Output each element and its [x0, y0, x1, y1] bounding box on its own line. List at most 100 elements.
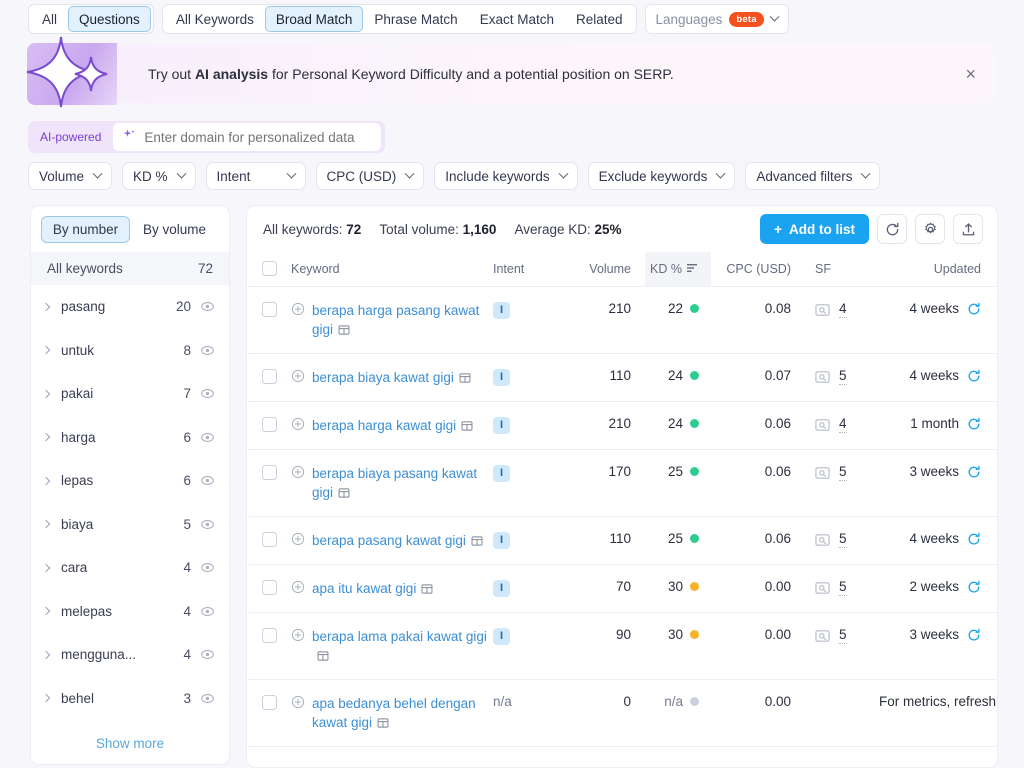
refresh-row-icon[interactable]: [967, 302, 981, 316]
domain-input-wrap[interactable]: [113, 123, 382, 151]
sidebar-group-item[interactable]: melepas 4: [31, 590, 229, 634]
row-checkbox[interactable]: [261, 628, 277, 644]
sf-value[interactable]: 5: [839, 627, 847, 645]
serp-feature-icon[interactable]: [815, 418, 830, 432]
add-keyword-icon[interactable]: [291, 580, 305, 594]
row-checkbox[interactable]: [261, 465, 277, 481]
eye-icon[interactable]: [200, 473, 215, 488]
column-intent[interactable]: Intent: [487, 252, 553, 288]
eye-icon[interactable]: [200, 691, 215, 706]
table-row[interactable]: berapa pasang kawat gigi I 110 25 0.06 5 4 wee…: [247, 516, 997, 566]
sf-value[interactable]: 5: [839, 368, 847, 386]
sidebar-group-item[interactable]: pasang 20: [31, 285, 229, 329]
row-checkbox[interactable]: [261, 369, 277, 385]
sidebar-group-item[interactable]: biaya 5: [31, 503, 229, 547]
serp-preview-icon[interactable]: [459, 372, 471, 384]
table-row[interactable]: berapa harga pasang kawat gigi I 210 22 0.08…: [247, 286, 997, 355]
settings-button[interactable]: [915, 214, 945, 244]
row-checkbox[interactable]: [261, 580, 277, 596]
row-checkbox[interactable]: [261, 695, 277, 711]
column-sf[interactable]: SF: [803, 252, 879, 288]
filter-cpc[interactable]: CPC (USD): [315, 162, 425, 190]
refresh-row-icon[interactable]: [967, 465, 981, 479]
languages-dropdown[interactable]: Languages beta: [644, 4, 789, 34]
sidebar-group-item[interactable]: cara 4: [31, 546, 229, 590]
keyword-link[interactable]: berapa lama pakai kawat gigi: [312, 627, 487, 665]
add-keyword-icon[interactable]: [291, 532, 305, 546]
sidebar-group-item[interactable]: behel 3: [31, 677, 229, 721]
eye-icon[interactable]: [200, 517, 215, 532]
add-to-list-button[interactable]: + Add to list: [760, 214, 869, 244]
serp-feature-icon[interactable]: [815, 629, 830, 643]
serp-preview-icon[interactable]: [338, 324, 350, 336]
sidebar-item-all-keywords[interactable]: All keywords 72: [31, 252, 229, 285]
table-row[interactable]: apa bedanya behel dengan kawat gigi n/a 0 n…: [247, 679, 997, 748]
serp-feature-icon[interactable]: [815, 581, 830, 595]
tab-all-keywords[interactable]: All Keywords: [165, 6, 265, 32]
row-checkbox[interactable]: [261, 417, 277, 433]
serp-feature-icon[interactable]: [815, 303, 830, 317]
serp-feature-icon[interactable]: [815, 533, 830, 547]
sidebar-group-item[interactable]: lepas 6: [31, 459, 229, 503]
intent-badge[interactable]: I: [493, 416, 510, 434]
refresh-row-icon[interactable]: [967, 417, 981, 431]
filter-volume[interactable]: Volume: [28, 162, 113, 190]
intent-badge[interactable]: I: [493, 627, 510, 645]
column-updated[interactable]: Updated: [879, 252, 997, 288]
add-keyword-icon[interactable]: [291, 302, 305, 316]
select-all-checkbox[interactable]: [261, 261, 277, 277]
filter-advanced[interactable]: Advanced filters: [745, 162, 881, 190]
segment-by-volume[interactable]: By volume: [130, 216, 219, 243]
serp-preview-icon[interactable]: [338, 487, 350, 499]
serp-preview-icon[interactable]: [461, 420, 473, 432]
sidebar-group-item[interactable]: pakai 7: [31, 372, 229, 416]
sidebar-group-item[interactable]: untuk 8: [31, 329, 229, 373]
filter-exclude-keywords[interactable]: Exclude keywords: [587, 162, 736, 190]
tab-related[interactable]: Related: [565, 6, 634, 32]
keyword-link[interactable]: berapa harga kawat gigi: [312, 416, 473, 435]
table-row[interactable]: apa itu kawat gigi I 70 30 0.00 5 2 weeks: [247, 564, 997, 614]
show-more-button[interactable]: Show more: [31, 720, 229, 751]
intent-badge[interactable]: I: [493, 301, 510, 319]
domain-input[interactable]: [144, 129, 372, 145]
sf-value[interactable]: 5: [839, 531, 847, 549]
sf-value[interactable]: 4: [839, 301, 847, 319]
intent-badge[interactable]: I: [493, 368, 510, 386]
eye-icon[interactable]: [200, 386, 215, 401]
refresh-row-icon[interactable]: [967, 532, 981, 546]
table-row[interactable]: berapa lama pakai kawat gigi I 90 30 0.00 5 3 …: [247, 612, 997, 681]
intent-badge[interactable]: I: [493, 579, 510, 597]
row-checkbox[interactable]: [261, 302, 277, 318]
keyword-link[interactable]: apa bedanya behel dengan kawat gigi: [312, 694, 487, 732]
sf-value[interactable]: 5: [839, 464, 847, 482]
add-keyword-icon[interactable]: [291, 369, 305, 383]
sf-value[interactable]: 5: [839, 579, 847, 597]
segment-by-number[interactable]: By number: [41, 216, 130, 243]
add-keyword-icon[interactable]: [291, 695, 305, 709]
table-row[interactable]: berapa biaya pasang kawat gigi I 170 25 0.06…: [247, 449, 997, 518]
serp-feature-icon[interactable]: [815, 370, 830, 384]
sf-value[interactable]: 4: [839, 416, 847, 434]
add-keyword-icon[interactable]: [291, 465, 305, 479]
refresh-row-icon[interactable]: [967, 369, 981, 383]
column-volume[interactable]: Volume: [553, 252, 645, 288]
serp-feature-icon[interactable]: [815, 466, 830, 480]
tab-phrase-match[interactable]: Phrase Match: [363, 6, 468, 32]
eye-icon[interactable]: [200, 647, 215, 662]
tab-questions[interactable]: Questions: [68, 6, 151, 32]
column-keyword[interactable]: Keyword: [291, 252, 487, 288]
serp-preview-icon[interactable]: [377, 717, 389, 729]
eye-icon[interactable]: [200, 299, 215, 314]
tab-all[interactable]: All: [31, 6, 68, 32]
tab-broad-match[interactable]: Broad Match: [264, 6, 364, 32]
eye-icon[interactable]: [200, 560, 215, 575]
add-keyword-icon[interactable]: [291, 628, 305, 642]
serp-preview-icon[interactable]: [471, 535, 483, 547]
keyword-link[interactable]: berapa harga pasang kawat gigi: [312, 301, 487, 339]
refresh-button[interactable]: [877, 214, 907, 244]
sidebar-group-item[interactable]: mengguna... 4: [31, 633, 229, 677]
eye-icon[interactable]: [200, 604, 215, 619]
export-button[interactable]: [953, 214, 983, 244]
intent-badge[interactable]: I: [493, 531, 510, 549]
filter-intent[interactable]: Intent: [205, 162, 306, 190]
